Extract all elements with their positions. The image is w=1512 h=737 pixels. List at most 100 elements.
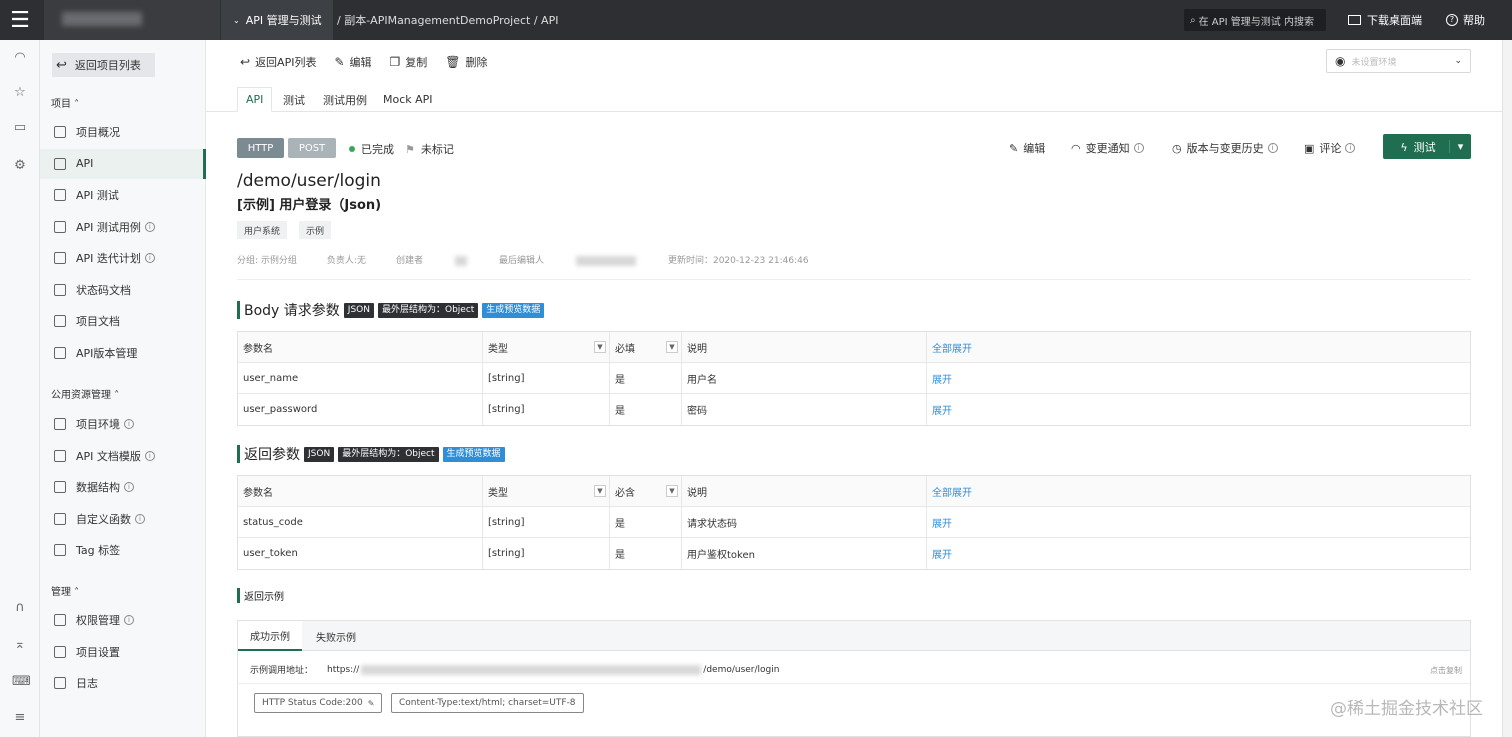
expand-row-button[interactable]: 展开: [927, 394, 1472, 425]
sidebar-item-doc[interactable]: 项目文档: [40, 306, 206, 336]
group-manage[interactable]: 管理 ˄: [51, 583, 79, 598]
sidebar-item-struct[interactable]: 数据结构 i: [40, 472, 206, 502]
sidebar: ↩ 返回项目列表 项目 ˄ 项目概况 API API 测试 API 测试用例 i API …: [40, 40, 206, 737]
edit-button[interactable]: ✎ 编辑: [334, 54, 371, 70]
version-history-button[interactable]: ◷ 版本与变更历史 i: [1172, 140, 1278, 156]
expand-row-button[interactable]: 展开: [927, 538, 1472, 569]
expand-row-button[interactable]: 展开: [927, 363, 1472, 394]
keyboard-icon[interactable]: ⌨: [12, 674, 31, 690]
column-header: 类型: [483, 332, 610, 363]
format-badge[interactable]: JSON: [304, 446, 335, 462]
generate-preview-button[interactable]: 生成预览数据: [442, 446, 505, 462]
tab-success-example[interactable]: 成功示例: [238, 621, 302, 651]
status-indicator[interactable]: 已完成: [349, 141, 394, 157]
edit-icon: ✎: [1009, 141, 1019, 155]
content-type-badge: Content-Type:text/html; charset=UTF-8: [391, 693, 584, 713]
download-desktop-button[interactable]: 下载桌面端: [1348, 0, 1422, 40]
sidebar-item-settings[interactable]: 项目设置: [40, 637, 206, 667]
star-icon[interactable]: ☆: [12, 85, 28, 101]
sidebar-item-tag[interactable]: Tag 标签: [40, 535, 206, 565]
inbox-icon[interactable]: ▭: [12, 120, 28, 136]
change-notify-button[interactable]: ◠ 变更通知 i: [1071, 140, 1144, 156]
sidebar-item-function[interactable]: 自定义函数 i: [40, 504, 206, 534]
copy-button[interactable]: ❐ 复制: [390, 54, 428, 70]
download-label: 下载桌面端: [1367, 14, 1422, 27]
testcase-icon: [54, 220, 66, 233]
module-switcher[interactable]: ⌄ API 管理与测试: [221, 0, 333, 40]
help-button[interactable]: ? 帮助: [1446, 0, 1485, 40]
sidebar-item-label: API 文档模版: [76, 449, 141, 463]
gear-icon[interactable]: ⚙: [12, 158, 28, 174]
delete-button[interactable]: 🗑 删除: [445, 54, 487, 70]
expand-all-button[interactable]: 全部展开: [927, 476, 1472, 507]
sidebar-item-testcase[interactable]: API 测试用例 i: [40, 212, 206, 242]
generate-preview-button[interactable]: 生成预览数据: [482, 302, 545, 318]
group-project[interactable]: 项目 ˄: [51, 95, 79, 110]
return-params-title: 返回参数 JSON 最外层结构为：Object 生成预览数据: [237, 445, 505, 463]
param-type: [string]: [483, 507, 610, 538]
tab-api[interactable]: API: [237, 87, 273, 112]
sidebar-item-env[interactable]: 项目环境 i: [40, 409, 206, 439]
sidebar-item-plan[interactable]: API 迭代计划 i: [40, 243, 206, 273]
watermark: @稀土掘金技术社区: [1330, 699, 1483, 719]
edit-icon[interactable]: ✎: [368, 699, 375, 708]
sidebar-item-test[interactable]: API 测试: [40, 180, 206, 210]
expand-row-button[interactable]: 展开: [927, 507, 1472, 538]
outer-structure-badge[interactable]: 最外层结构为：Object: [338, 446, 439, 462]
info-icon: i: [1267, 143, 1278, 153]
tab-mock-api[interactable]: Mock API: [375, 87, 441, 112]
param-desc: 用户名: [682, 363, 927, 394]
filter-icon[interactable]: ▼: [594, 341, 606, 353]
sidebar-item-permission[interactable]: 权限管理 i: [40, 605, 206, 635]
test-label: 测试: [1413, 140, 1436, 154]
collapse-icon[interactable]: ⌅: [12, 637, 28, 653]
tab-failure-example[interactable]: 失败示例: [304, 621, 368, 651]
param-req: 是: [610, 538, 682, 569]
edit-label: 编辑: [349, 56, 372, 69]
headset-icon[interactable]: ∩: [12, 600, 28, 616]
run-test-button[interactable]: ϟ 测试 ▾: [1383, 134, 1471, 159]
menu-icon[interactable]: ≡: [12, 710, 28, 726]
tab-testcases[interactable]: 测试用例: [315, 87, 375, 112]
edit-api-button[interactable]: ✎ 编辑: [1009, 140, 1045, 156]
sidebar-item-overview[interactable]: 项目概况: [40, 117, 206, 147]
expand-all-button[interactable]: 全部展开: [927, 332, 1472, 363]
sidebar-item-template[interactable]: API 文档模版 i: [40, 441, 206, 471]
sidebar-item-version[interactable]: API版本管理: [40, 338, 206, 368]
tag-chip[interactable]: 用户系统: [237, 221, 288, 239]
tag-chip[interactable]: 示例: [299, 221, 332, 239]
app-logo-icon[interactable]: ☰: [0, 0, 40, 40]
copy-url-button[interactable]: 点击复制: [1430, 665, 1462, 676]
filter-icon[interactable]: ▼: [666, 485, 678, 497]
environment-select[interactable]: ◉ 未设置环境 ⌄: [1326, 49, 1471, 73]
status-dot-icon: [349, 146, 355, 152]
back-to-api-list-button[interactable]: ↩ 返回API列表: [240, 54, 316, 70]
log-icon: [54, 677, 66, 689]
table-header-row: 参数名 类型 ▼ 必填 ▼ 说明 全部展开: [238, 332, 1470, 363]
filter-icon[interactable]: ▼: [594, 485, 606, 497]
format-badge[interactable]: JSON: [343, 302, 374, 318]
filter-icon[interactable]: ▼: [666, 341, 678, 353]
sidebar-item-code-doc[interactable]: 状态码文档: [40, 275, 206, 305]
param-name: status_code: [238, 507, 483, 538]
comment-button[interactable]: ▣ 评论 i: [1304, 140, 1356, 156]
sidebar-item-api[interactable]: API: [40, 148, 206, 179]
outer-structure-badge[interactable]: 最外层结构为：Object: [377, 302, 479, 318]
sidebar-item-log[interactable]: 日志: [40, 668, 206, 698]
mark-toggle[interactable]: ⚑ 未标记: [405, 141, 454, 157]
page-scrollbar[interactable]: [1502, 40, 1512, 737]
return-example-panel: 成功示例 失败示例 示例调用地址： https:// /demo/user/lo…: [237, 620, 1471, 737]
bell-icon[interactable]: ◠: [12, 50, 28, 66]
doc-icon: [54, 315, 66, 327]
user-area[interactable]: [44, 0, 220, 40]
group-public-resources[interactable]: 公用资源管理 ˄: [51, 386, 119, 401]
chevron-down-icon: ⌄: [233, 15, 240, 25]
global-icon-bar: ◠ ☆ ▭ ⚙ ∩ ⌅ ⌨ ≡: [0, 40, 40, 737]
eye-icon: ◉: [1335, 54, 1346, 68]
version-icon: [54, 346, 66, 359]
back-to-projects-button[interactable]: ↩ 返回项目列表: [52, 53, 155, 77]
column-header: 参数名: [238, 476, 483, 507]
search-input[interactable]: ⌕ 在 API 管理与测试 内搜索: [1184, 9, 1326, 31]
caret-down-icon[interactable]: ▾: [1449, 140, 1471, 153]
tab-test[interactable]: 测试: [275, 87, 313, 112]
